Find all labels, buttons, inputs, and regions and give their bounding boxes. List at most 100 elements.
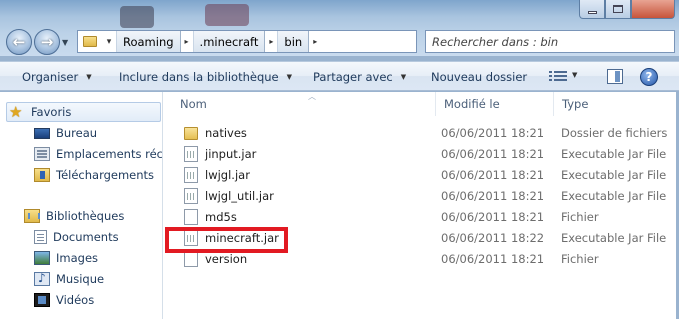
videos-icon	[34, 293, 50, 307]
file-date: 06/06/2011 18:21	[441, 146, 545, 161]
file-type: Fichier	[561, 251, 599, 266]
sidebar-item-videos[interactable]: Vidéos	[34, 290, 162, 310]
images-icon	[34, 251, 50, 265]
file-type: Executable Jar File	[561, 230, 667, 245]
highlight-box	[165, 227, 288, 253]
sidebar-item-music[interactable]: Musique	[34, 269, 162, 289]
maximize-button[interactable]	[605, 0, 631, 19]
forward-button[interactable]: →	[34, 29, 60, 55]
file-name: natives	[205, 125, 247, 140]
sidebar-item-label: Téléchargements	[56, 168, 155, 182]
column-header-label: Modifié le	[444, 97, 500, 111]
file-date: 06/06/2011 18:21	[441, 188, 545, 203]
sidebar-item-documents[interactable]: Documents	[34, 227, 162, 247]
breadcrumb-minecraft[interactable]: .minecraft	[192, 31, 266, 52]
share-with-label: Partager avec	[313, 70, 393, 84]
file-date: 06/06/2011 18:22	[441, 230, 545, 245]
view-options-icon[interactable]	[549, 70, 567, 83]
column-header-name[interactable]: Nom ︿	[172, 92, 436, 116]
desktop-icon	[34, 128, 50, 139]
chevron-right-icon[interactable]: ▸	[265, 31, 277, 52]
chevron-right-icon[interactable]: ▸	[181, 31, 193, 52]
breadcrumb-bin[interactable]: bin	[277, 31, 310, 52]
file-icon	[184, 208, 198, 225]
breadcrumb-roaming[interactable]: Roaming	[116, 31, 181, 52]
sidebar-item-favorites[interactable]: ★ Favoris	[6, 102, 161, 122]
chevron-down-icon: ▼	[86, 73, 92, 81]
minimize-button[interactable]	[579, 0, 605, 19]
star-icon: ★	[9, 103, 23, 121]
sidebar-item-label: Images	[56, 251, 99, 265]
address-bar[interactable]: ▾ Roaming ▸ .minecraft ▸ bin ▸	[77, 30, 417, 53]
search-input[interactable]: Rechercher dans : bin	[425, 30, 675, 53]
minimize-icon	[587, 10, 597, 14]
table-row[interactable]: md5s 06/06/2011 18:21 Fichier	[164, 206, 679, 227]
chevron-right-icon[interactable]: ▸	[309, 31, 321, 52]
sidebar-item-label: Bibliothèques	[46, 209, 125, 223]
column-header-type[interactable]: Type	[554, 92, 679, 116]
file-date: 06/06/2011 18:21	[441, 125, 545, 140]
forward-arrow-icon: →	[40, 33, 54, 51]
close-button[interactable]	[631, 0, 675, 19]
file-name: jinput.jar	[205, 146, 257, 161]
folder-icon	[184, 127, 198, 140]
file-type: Fichier	[561, 209, 599, 224]
file-list: Nom ︿ Modifié le Type natives 06/06/2011…	[164, 92, 679, 319]
sidebar-item-desktop[interactable]: Bureau	[34, 123, 162, 143]
maximize-icon	[613, 5, 623, 13]
chevron-down-icon: ▼	[286, 73, 293, 81]
file-type: Executable Jar File	[561, 146, 667, 161]
include-library-button[interactable]: Inclure dans la bibliothèque ▼	[119, 62, 292, 92]
file-type: Executable Jar File	[561, 188, 667, 203]
include-library-label: Inclure dans la bibliothèque	[119, 70, 279, 84]
sidebar-item-recent-places[interactable]: Emplacements récents	[34, 144, 162, 164]
libraries-icon	[24, 209, 40, 223]
table-row[interactable]: jinput.jar 06/06/2011 18:21 Executable J…	[164, 143, 679, 164]
sidebar-item-label: Musique	[56, 272, 105, 286]
file-name: md5s	[205, 209, 237, 224]
sidebar-item-libraries[interactable]: Bibliothèques	[24, 206, 162, 226]
sidebar-item-images[interactable]: Images	[34, 248, 162, 268]
command-bar: Organiser ▼ Inclure dans la bibliothèque ▼…	[0, 61, 679, 91]
downloads-icon	[34, 168, 50, 182]
jar-file-icon	[184, 145, 198, 162]
sidebar-item-label: Bureau	[56, 126, 98, 140]
column-header-label: Nom	[180, 97, 207, 111]
documents-icon	[34, 230, 47, 244]
back-button[interactable]: ←	[6, 29, 32, 55]
file-date: 06/06/2011 18:21	[441, 167, 545, 182]
window-controls	[579, 0, 675, 20]
table-row[interactable]: lwjgl_util.jar 06/06/2011 18:21 Executab…	[164, 185, 679, 206]
organize-button[interactable]: Organiser ▼	[22, 62, 92, 92]
file-type: Dossier de fichiers	[561, 125, 668, 140]
jar-file-icon	[184, 166, 198, 183]
music-icon	[34, 271, 50, 286]
column-header-modified[interactable]: Modifié le	[436, 92, 554, 116]
table-row[interactable]: lwjgl.jar 06/06/2011 18:21 Executable Ja…	[164, 164, 679, 185]
sort-ascending-icon: ︿	[308, 92, 316, 101]
background-blur	[120, 6, 154, 28]
sidebar-item-label: Vidéos	[56, 293, 95, 307]
file-date: 06/06/2011 18:21	[441, 251, 545, 266]
address-folder-icon	[78, 31, 102, 52]
background-blur	[205, 4, 249, 26]
content-area: ★ Favoris Bureau Emplacements récents Té…	[0, 92, 679, 319]
address-history-dropdown[interactable]: ▾	[102, 31, 116, 52]
column-header-label: Type	[562, 97, 589, 111]
recent-places-icon	[34, 147, 50, 161]
help-icon[interactable]: ?	[640, 68, 658, 86]
chevron-down-icon[interactable]: ▼	[572, 71, 577, 79]
jar-file-icon	[184, 187, 198, 204]
recent-pages-dropdown[interactable]: ▼	[62, 38, 68, 47]
sidebar-item-label: Documents	[53, 230, 119, 244]
back-arrow-icon: ←	[12, 33, 26, 51]
sidebar-item-downloads[interactable]: Téléchargements	[34, 165, 162, 185]
file-date: 06/06/2011 18:21	[441, 209, 545, 224]
sidebar-item-label: Favoris	[31, 105, 72, 119]
table-row[interactable]: natives 06/06/2011 18:21 Dossier de fich…	[164, 122, 679, 143]
file-name: version	[205, 251, 248, 266]
share-with-button[interactable]: Partager avec ▼	[313, 62, 406, 92]
navigation-pane: ★ Favoris Bureau Emplacements récents Té…	[0, 92, 163, 319]
new-folder-button[interactable]: Nouveau dossier	[431, 62, 527, 92]
preview-pane-icon[interactable]	[607, 69, 623, 84]
